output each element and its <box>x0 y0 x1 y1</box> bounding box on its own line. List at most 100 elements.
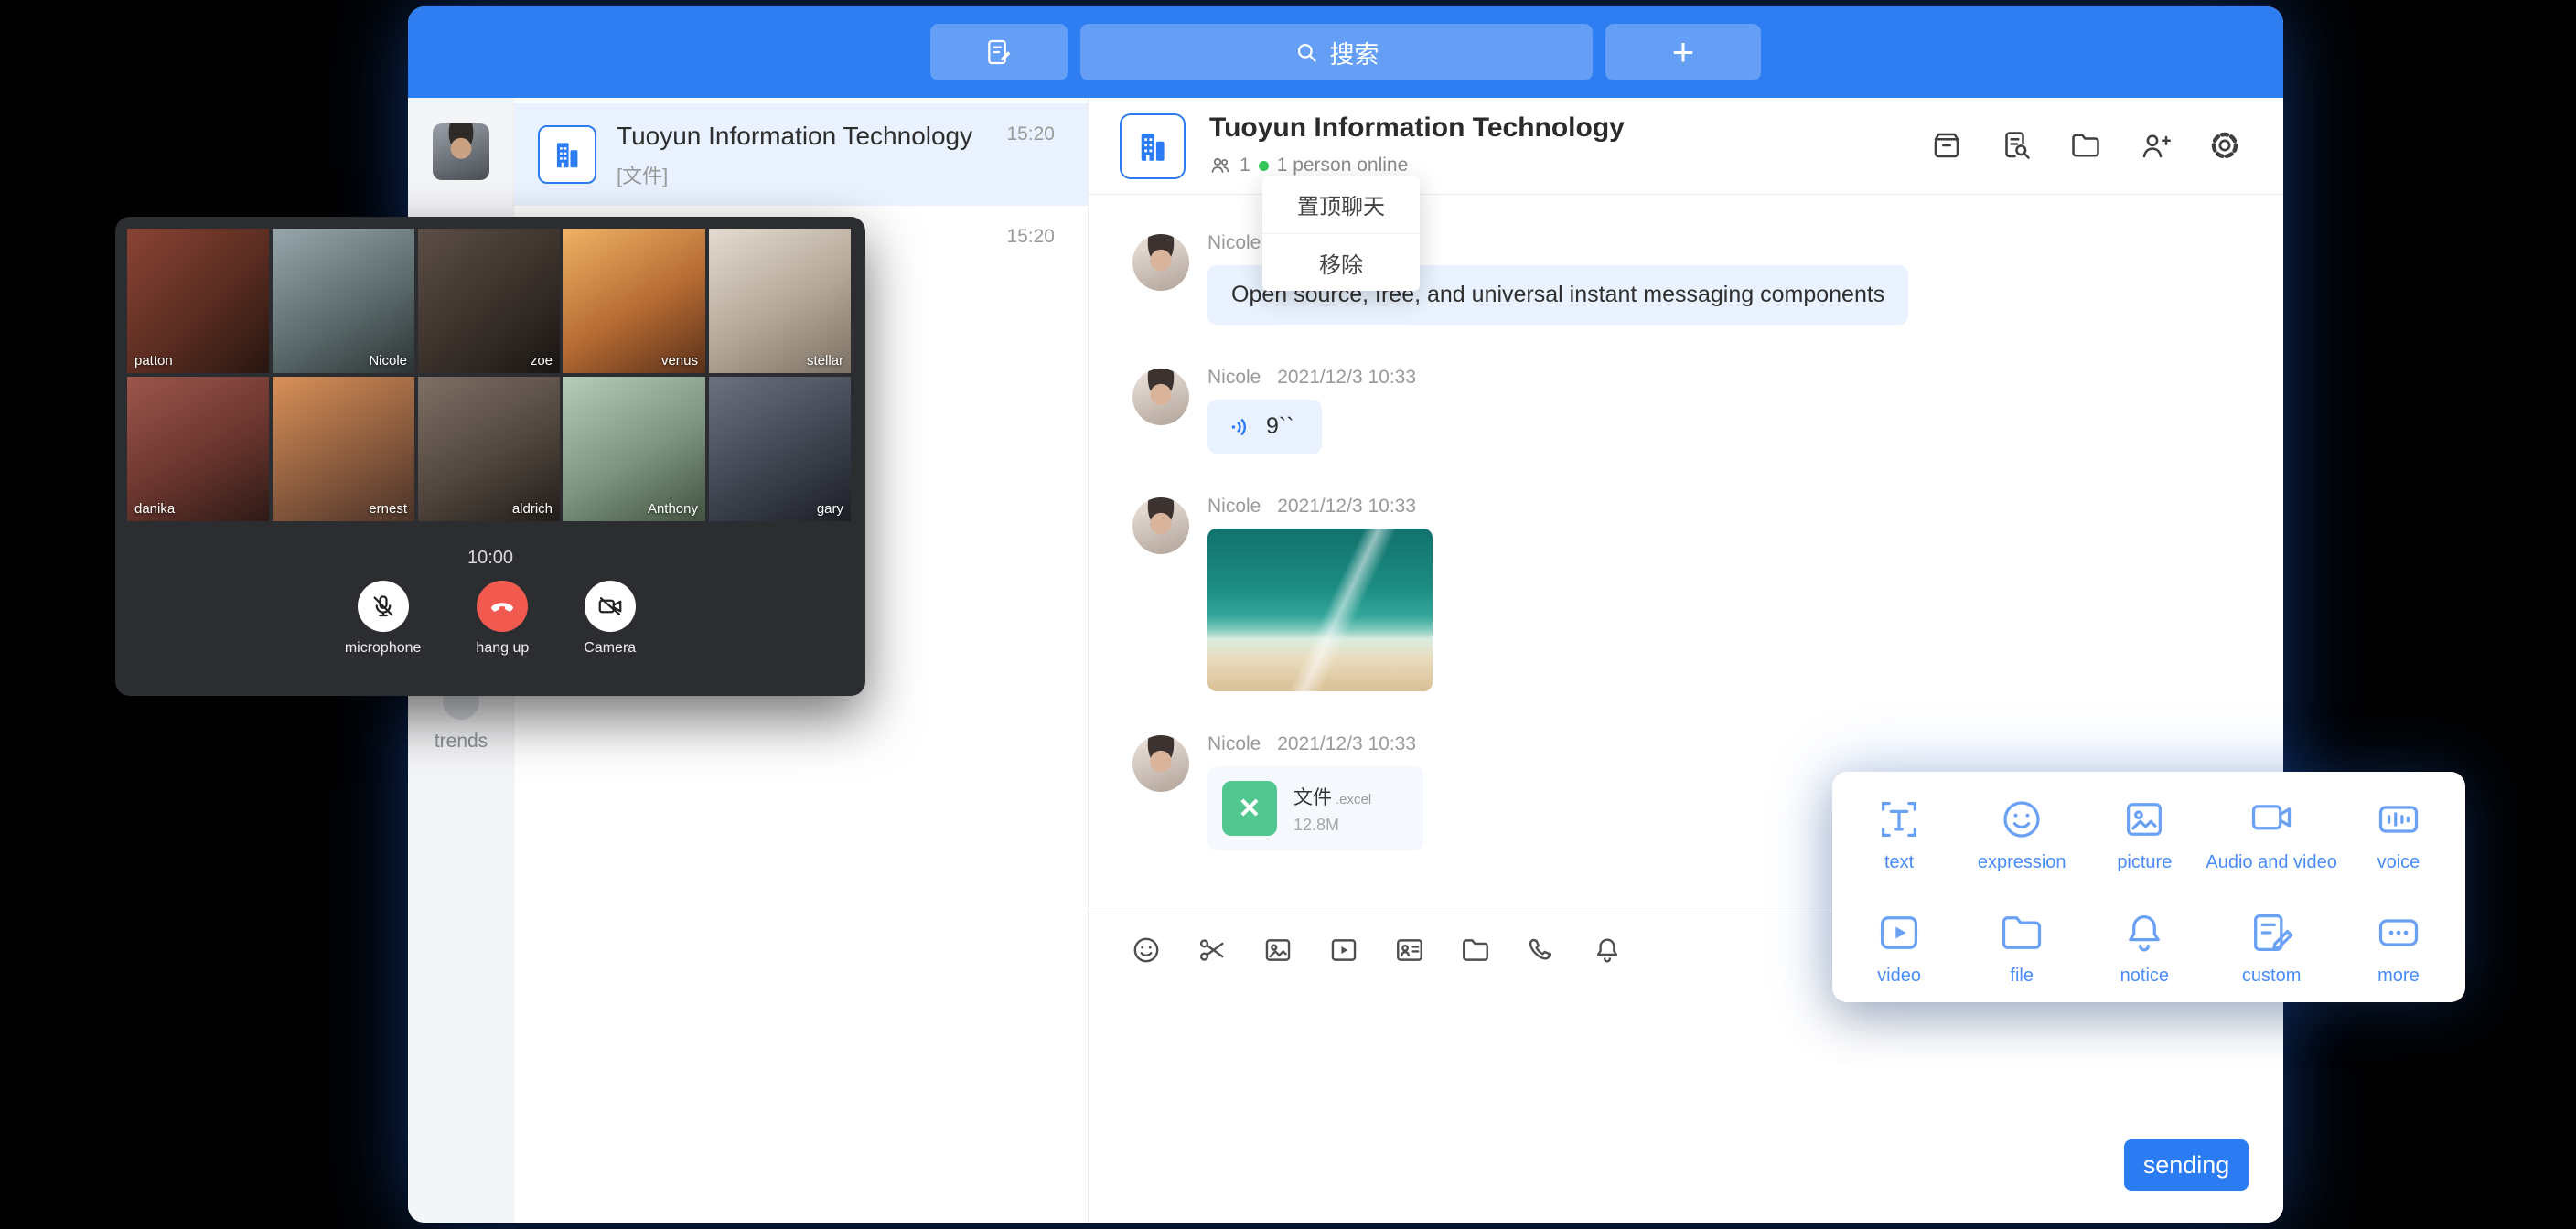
sender-name: Nicole <box>1208 367 1261 388</box>
feature-custom[interactable]: custom <box>2206 909 2336 1002</box>
participant-name: zoe <box>531 353 553 369</box>
feature-label: voice <box>2377 852 2420 873</box>
chat-title: Tuoyun Information Technology <box>1209 112 1625 144</box>
sender-avatar[interactable] <box>1132 234 1189 291</box>
members-icon <box>1209 155 1231 176</box>
participant-tile[interactable]: ernest <box>273 377 414 521</box>
file-attachment[interactable]: ✕ 文件.excel 12.8M <box>1208 766 1423 850</box>
feature-audio-video[interactable]: Audio and video <box>2206 796 2336 889</box>
hang-up-button[interactable] <box>477 581 528 632</box>
online-dot <box>1259 161 1269 171</box>
add-member-icon[interactable] <box>2139 129 2174 164</box>
participant-name: Anthony <box>648 501 698 517</box>
menu-item-remove[interactable]: 移除 <box>1262 233 1420 291</box>
camera-label: Camera <box>584 640 636 657</box>
video-icon <box>1875 909 1923 956</box>
add-button[interactable]: + <box>1605 24 1761 80</box>
file-size: 12.8M <box>1293 816 1371 835</box>
participant-name: danika <box>134 501 175 517</box>
sender-name: Nicole <box>1208 733 1261 754</box>
participant-tile[interactable]: danika <box>127 377 269 521</box>
contact-card-icon[interactable] <box>1394 935 1425 966</box>
notice-bell-icon <box>2120 909 2168 956</box>
conversation-title: Tuoyun Information Technology <box>617 122 972 151</box>
conversation-last-message: [文件] <box>617 160 668 189</box>
conversation-item[interactable]: Tuoyun Information Technology [文件] 15:20 <box>514 103 1088 206</box>
feature-label: text <box>1884 852 1914 873</box>
participant-tile[interactable]: aldrich <box>418 377 560 521</box>
participant-tile[interactable]: venus <box>564 229 705 373</box>
call-icon[interactable] <box>1526 935 1557 966</box>
participant-tile[interactable]: patton <box>127 229 269 373</box>
sender-name: Nicole <box>1208 232 1261 253</box>
participant-name: ernest <box>369 501 407 517</box>
voice-icon <box>2375 796 2422 843</box>
text-icon <box>1875 796 1923 843</box>
online-text: 1 person online <box>1277 155 1409 176</box>
message-audio: Nicole 2021/12/3 10:33 9`` <box>1132 367 2261 454</box>
message-meta: Nicole 2021/12/3 10:33 <box>1208 496 2261 518</box>
participant-tile[interactable]: Nicole <box>273 229 414 373</box>
feature-label: more <box>2377 966 2420 987</box>
feature-label: custom <box>2242 966 2301 987</box>
member-count: 1 <box>1240 155 1250 176</box>
search-input[interactable]: 搜索 <box>1080 24 1593 80</box>
group-files-icon[interactable] <box>2069 129 2104 164</box>
emoji-icon[interactable] <box>1131 935 1162 966</box>
chat-record-icon[interactable] <box>1930 129 1965 164</box>
feature-voice[interactable]: voice <box>2337 796 2460 889</box>
feature-label: expression <box>1978 852 2066 873</box>
my-avatar[interactable] <box>433 123 489 180</box>
feature-video[interactable]: video <box>1838 909 1960 1002</box>
audio-bubble[interactable]: 9`` <box>1208 400 1322 454</box>
send-image-icon[interactable] <box>1262 935 1293 966</box>
chat-actions <box>1930 129 2243 164</box>
search-icon <box>1294 40 1319 65</box>
camera-toggle-button[interactable] <box>585 581 636 632</box>
expression-icon <box>1998 796 2045 843</box>
menu-item-pin-chat[interactable]: 置顶聊天 <box>1262 176 1420 233</box>
custom-edit-icon <box>2248 909 2295 956</box>
send-video-icon[interactable] <box>1328 935 1359 966</box>
participant-name: aldrich <box>512 501 553 517</box>
participant-tile[interactable]: gary <box>709 377 851 521</box>
image-attachment-beach[interactable] <box>1208 529 1433 691</box>
feature-panel: text expression picture Audio and video <box>1832 772 2465 1002</box>
conversation-time: 15:20 <box>1006 123 1055 145</box>
participant-tile[interactable]: Anthony <box>564 377 705 521</box>
message-meta: Nicole 2021/12/3 10:33 <box>1208 367 2261 389</box>
participant-name: venus <box>661 353 698 369</box>
compose-note-button[interactable] <box>930 24 1068 80</box>
participant-tile[interactable]: stellar <box>709 229 851 373</box>
picture-icon <box>2120 796 2168 843</box>
sender-avatar[interactable] <box>1132 497 1189 554</box>
search-history-icon[interactable] <box>2000 129 2034 164</box>
message-time: 2021/12/3 10:33 <box>1277 367 1416 388</box>
chat-group-icon <box>1120 113 1186 179</box>
feature-notice[interactable]: notice <box>2083 909 2206 1002</box>
settings-icon[interactable] <box>2208 129 2243 164</box>
send-button[interactable]: sending <box>2124 1139 2249 1191</box>
participant-tile[interactable]: zoe <box>418 229 560 373</box>
send-file-icon[interactable] <box>1460 935 1491 966</box>
conversation-context-menu: 置顶聊天 移除 <box>1262 176 1420 291</box>
feature-more[interactable]: more <box>2337 909 2460 1002</box>
microphone-label: microphone <box>345 640 422 657</box>
message-time: 2021/12/3 10:33 <box>1277 733 1416 754</box>
feature-label: notice <box>2120 966 2169 987</box>
feature-label: Audio and video <box>2206 852 2336 873</box>
trends-label[interactable]: trends <box>408 731 514 753</box>
feature-expression[interactable]: expression <box>1960 796 2083 889</box>
search-cluster: 搜索 + <box>930 24 1761 80</box>
microphone-mute-button[interactable] <box>358 581 409 632</box>
video-call-panel: patton Nicole zoe venus stellar danika e… <box>115 217 865 696</box>
sender-avatar[interactable] <box>1132 735 1189 792</box>
feature-file[interactable]: file <box>1960 909 2083 1002</box>
feature-picture[interactable]: picture <box>2083 796 2206 889</box>
notification-bell-icon[interactable] <box>1592 935 1623 966</box>
conversation-time: 15:20 <box>1006 226 1055 248</box>
screenshot-scissors-icon[interactable] <box>1197 935 1228 966</box>
feature-text[interactable]: text <box>1838 796 1960 889</box>
sender-avatar[interactable] <box>1132 369 1189 425</box>
feature-label: video <box>1877 966 1921 987</box>
